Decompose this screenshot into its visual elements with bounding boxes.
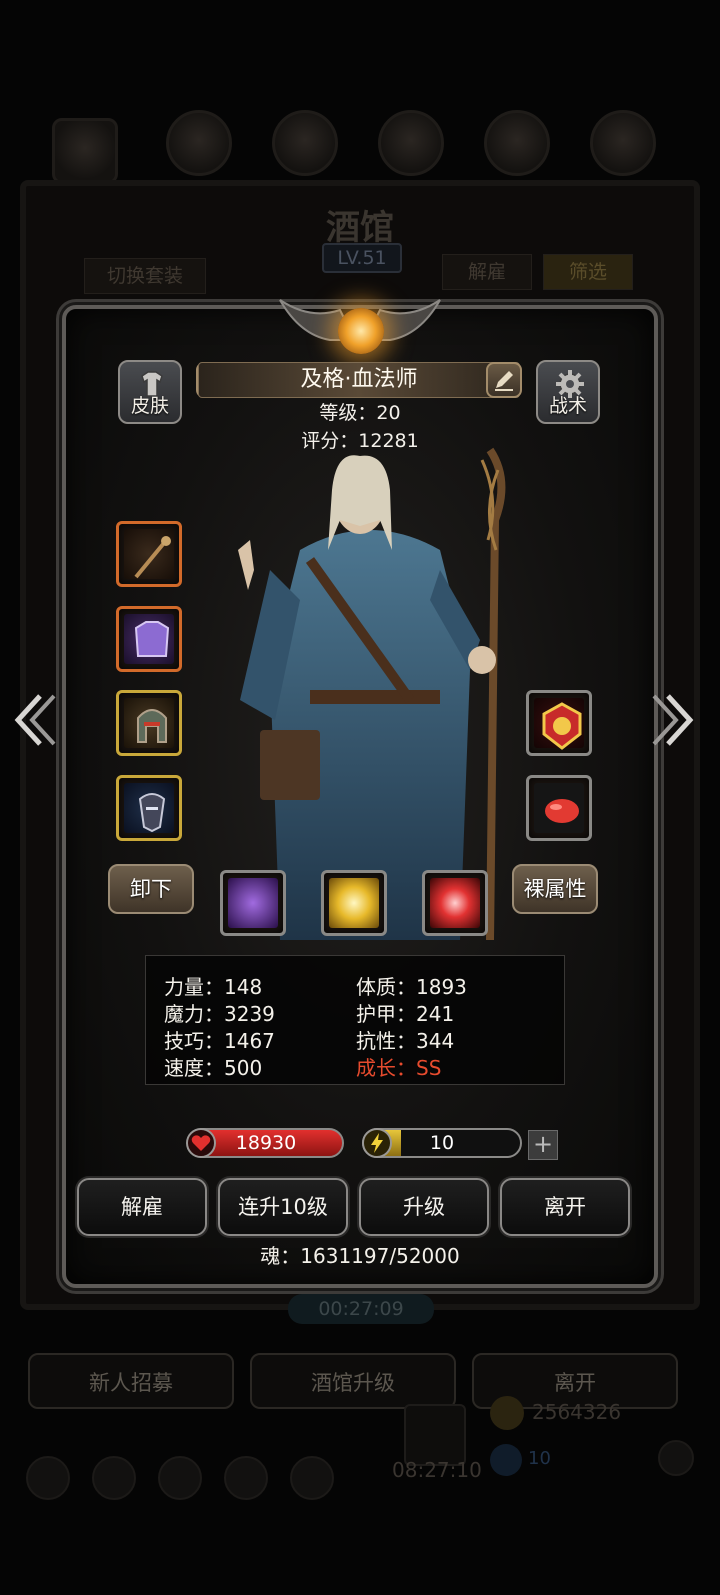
stat-armor: 护甲：241 — [356, 1002, 455, 1026]
hero-level: 等级：20 — [319, 402, 401, 424]
tavern-title: 酒馆 — [326, 208, 394, 248]
unequip-button[interactable]: 卸下 — [108, 864, 194, 914]
edit-name-icon[interactable] — [486, 362, 522, 398]
hp-value: 18930 — [235, 1132, 297, 1154]
helmet-slot[interactable] — [116, 690, 182, 756]
accessory-slot[interactable] — [116, 775, 182, 841]
clock-text: 08:27:10 — [392, 1458, 482, 1482]
stat-resistance: 抗性：344 — [356, 1029, 455, 1053]
sun-emblem-icon — [338, 308, 384, 354]
leave-button[interactable]: 离开 — [500, 1178, 630, 1236]
gem-slot[interactable] — [526, 775, 592, 841]
menu-icon-1 — [166, 110, 232, 176]
prev-hero-arrow-icon[interactable] — [10, 690, 58, 750]
stat-speed: 速度：500 — [164, 1056, 263, 1080]
bg-timer: 00:27:09 — [288, 1294, 434, 1324]
bg-dismiss-button: 解雇 — [442, 254, 532, 290]
base-attributes-button[interactable]: 裸属性 — [512, 864, 598, 914]
red-stone-icon — [545, 799, 579, 823]
rank-badge-icon — [542, 702, 582, 750]
gem-icon — [490, 1444, 522, 1476]
next-hero-arrow-icon[interactable] — [650, 690, 698, 750]
shadow-skill-icon — [228, 878, 278, 928]
menu-icon-5 — [590, 110, 656, 176]
level-up-button[interactable]: 升级 — [359, 1178, 489, 1236]
stat-growth: 成长：SS — [356, 1056, 442, 1080]
armor-slot[interactable] — [116, 606, 182, 672]
bottom-icon-2 — [92, 1456, 136, 1500]
armor-icon — [134, 621, 170, 657]
blood-slash-skill-icon — [430, 878, 480, 928]
lightning-icon — [362, 1128, 392, 1158]
bottom-icon-6 — [658, 1440, 694, 1476]
mask-icon — [138, 793, 166, 833]
stat-magic: 魔力：3239 — [164, 1002, 275, 1026]
bottom-icon-4 — [224, 1456, 268, 1500]
skill-slot-3[interactable] — [422, 870, 488, 936]
stat-strength: 力量：148 — [164, 975, 263, 999]
stat-skill: 技巧：1467 — [164, 1029, 275, 1053]
soul-count: 魂：1631197/52000 — [260, 1244, 460, 1268]
staff-icon — [134, 536, 171, 579]
recruit-button: 新人招募 — [28, 1353, 234, 1409]
switch-outfit-button: 切换套装 — [84, 258, 206, 294]
stat-constitution: 体质：1893 — [356, 975, 467, 999]
filter-button: 筛选 — [543, 254, 633, 290]
menu-icon-2 — [272, 110, 338, 176]
hero-name: 及格·血法师 — [198, 362, 520, 398]
skill-slot-1[interactable] — [220, 870, 286, 936]
weapon-slot[interactable] — [116, 521, 182, 587]
menu-icon-4 — [484, 110, 550, 176]
gem-count: 10 — [528, 1448, 551, 1469]
helmet-icon — [137, 709, 167, 743]
dismiss-button[interactable]: 解雇 — [77, 1178, 207, 1236]
holy-light-skill-icon — [329, 878, 379, 928]
level-up-10-button[interactable]: 连升10级 — [218, 1178, 348, 1236]
tavern-level: LV.51 — [322, 243, 402, 273]
gift-icon — [404, 1404, 466, 1466]
bottom-icon-3 — [158, 1456, 202, 1500]
bottom-icon-1 — [26, 1456, 70, 1500]
heart-icon — [186, 1128, 216, 1158]
portrait-icon — [52, 118, 118, 184]
add-energy-button[interactable]: + — [528, 1130, 558, 1160]
energy-value: 10 — [429, 1132, 455, 1154]
tavern-upgrade-button: 酒馆升级 — [250, 1353, 456, 1409]
gold-count: 2564326 — [532, 1400, 622, 1424]
badge-slot[interactable] — [526, 690, 592, 756]
skill-slot-2[interactable] — [321, 870, 387, 936]
menu-icon-3 — [378, 110, 444, 176]
bottom-icon-5 — [290, 1456, 334, 1500]
gold-icon — [490, 1396, 524, 1430]
